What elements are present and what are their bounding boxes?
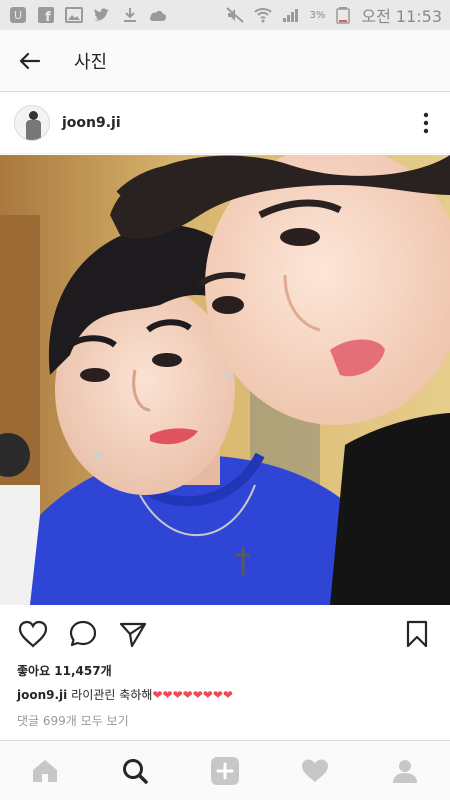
comment-button[interactable] <box>66 617 100 651</box>
nav-search[interactable] <box>110 746 160 796</box>
post-actions <box>0 605 450 663</box>
cloud-icon <box>148 6 168 24</box>
add-icon <box>211 756 239 785</box>
app-bar: 사진 <box>0 30 450 92</box>
svg-text:f: f <box>45 10 51 24</box>
signal-icon <box>281 6 301 24</box>
page-title: 사진 <box>74 51 108 73</box>
wifi-icon <box>253 6 273 24</box>
clock: 오전 11:53 <box>361 7 442 26</box>
gallery-icon <box>64 6 84 24</box>
save-button[interactable] <box>400 617 434 651</box>
back-arrow-icon <box>19 52 41 69</box>
search-icon <box>123 758 148 784</box>
battery-percent: 3% <box>309 9 326 21</box>
mute-icon <box>225 6 245 24</box>
post-caption: joon9.ji 라이관린 축하해❤❤❤❤❤❤❤❤ <box>17 686 233 703</box>
more-options-button[interactable] <box>402 92 450 154</box>
notification-icons: U f <box>8 6 168 24</box>
heart-icon <box>18 620 48 648</box>
share-button[interactable] <box>116 617 150 651</box>
back-button[interactable] <box>0 30 60 92</box>
twitter-icon <box>92 6 112 24</box>
nav-add-post[interactable] <box>200 746 250 796</box>
system-status: 3% 오전 11:53 <box>225 3 442 27</box>
home-icon <box>33 759 57 782</box>
likes-count[interactable]: 좋아요 11,457개 <box>17 662 112 679</box>
bookmark-icon <box>406 620 428 648</box>
u-plus-icon: U <box>8 6 28 24</box>
caption-text: 라이관린 축하해❤❤❤❤❤❤❤❤ <box>71 688 233 702</box>
like-button[interactable] <box>16 617 50 651</box>
status-bar: U f 3% 오전 11:53 <box>0 0 450 30</box>
nav-home[interactable] <box>20 746 70 796</box>
nav-activity[interactable] <box>290 746 340 796</box>
nav-profile[interactable] <box>380 746 430 796</box>
svg-text:U: U <box>14 9 22 22</box>
view-all-comments-link[interactable]: 댓글 699개 모두 보기 <box>17 712 129 729</box>
share-icon <box>119 622 147 648</box>
post-header: joon9.ji <box>0 92 450 154</box>
post-username[interactable]: joon9.ji <box>62 115 121 131</box>
activity-heart-icon <box>302 759 328 782</box>
download-icon <box>120 6 140 24</box>
post-photo[interactable] <box>0 155 450 605</box>
bottom-navigation <box>0 740 450 800</box>
caption-username[interactable]: joon9.ji <box>17 688 67 702</box>
comment-icon <box>69 620 97 647</box>
avatar[interactable] <box>14 104 50 141</box>
facebook-icon: f <box>36 6 56 24</box>
battery-icon <box>333 6 353 24</box>
profile-icon <box>393 759 417 783</box>
more-vertical-icon <box>423 112 429 133</box>
